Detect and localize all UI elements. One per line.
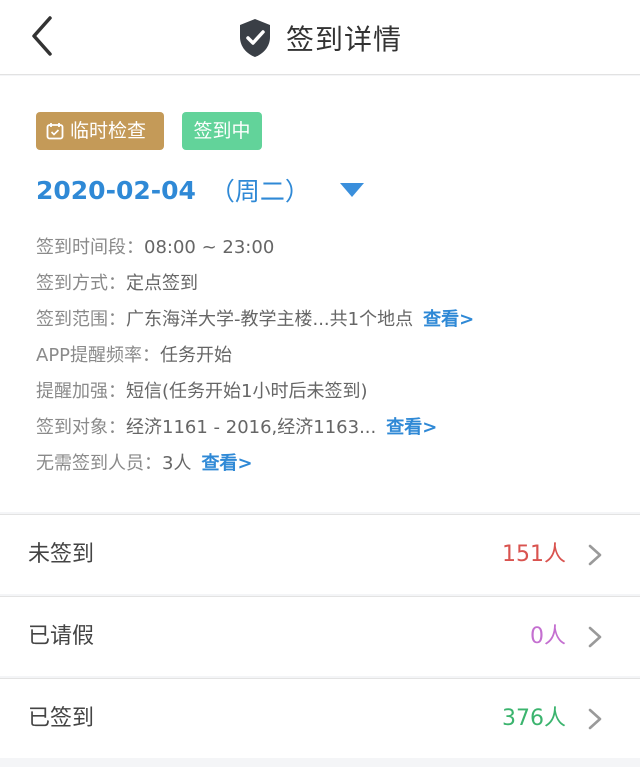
view-target-link[interactable]: 查看>: [386, 417, 437, 438]
info-value: 任务开始: [160, 345, 233, 366]
caret-down-icon[interactable]: [339, 183, 364, 197]
info-value: 经济1161 - 2016,经济1163...: [126, 417, 377, 438]
info-label: 提醒加强：: [36, 381, 126, 402]
info-label: APP提醒频率：: [36, 345, 161, 366]
view-exempt-link[interactable]: 查看>: [201, 453, 252, 474]
stat-count: 376人: [502, 706, 566, 731]
info-label: 签到方式：: [36, 273, 126, 294]
info-value: 广东海洋大学-教学主楼...共1个地点: [126, 309, 414, 330]
info-row-target: 签到对象：经济1161 - 2016,经济1163... 查看>: [36, 410, 474, 446]
info-value: 定点签到: [126, 273, 198, 294]
info-row-exempt: 无需签到人员：3人 查看>: [36, 446, 474, 482]
weekday-text: （周二）: [209, 177, 310, 206]
stat-row-on-leave[interactable]: 已请假 0人: [0, 596, 640, 676]
info-label: 签到范围：: [36, 309, 126, 330]
task-type-label: 临时检查: [70, 120, 147, 142]
stat-row-not-signed[interactable]: 未签到 151人: [0, 514, 640, 594]
stat-label: 已签到: [28, 706, 95, 731]
info-row-enhance: 提醒加强：短信(任务开始1小时后未签到): [36, 374, 474, 410]
info-row-range: 签到范围：广东海洋大学-教学主楼...共1个地点 查看>: [36, 302, 474, 338]
header-bar: 签到详情: [0, 0, 640, 75]
view-range-link[interactable]: 查看>: [423, 309, 474, 330]
stat-count: 0人: [530, 624, 566, 649]
info-row-time: 签到时间段：08:00 ~ 23:00: [36, 230, 474, 266]
info-value: 短信(任务开始1小时后未签到): [126, 381, 368, 402]
info-list: 签到时间段：08:00 ~ 23:00 签到方式：定点签到 签到范围：广东海洋大…: [36, 230, 474, 482]
title-wrap: 签到详情: [0, 0, 640, 75]
calendar-icon: [46, 123, 64, 140]
chevron-right-icon: [588, 626, 602, 648]
info-label: 无需签到人员：: [36, 453, 162, 474]
info-row-method: 签到方式：定点签到: [36, 266, 474, 302]
status-badge: 签到中: [182, 112, 262, 150]
stat-label: 已请假: [28, 624, 95, 649]
shield-check-icon: [239, 18, 270, 57]
stat-label: 未签到: [28, 542, 95, 567]
stat-count: 151人: [502, 542, 566, 567]
chevron-right-icon: [588, 544, 602, 566]
chevron-right-icon: [588, 708, 602, 730]
date-selector[interactable]: 2020-02-04 （周二）: [36, 172, 364, 208]
stat-row-signed[interactable]: 已签到 376人: [0, 678, 640, 758]
date-text: 2020-02-04: [36, 175, 196, 205]
info-value: 08:00 ~ 23:00: [144, 237, 275, 258]
info-row-reminder: APP提醒频率：任务开始: [36, 338, 474, 374]
task-type-badge: 临时检查: [36, 112, 164, 150]
checkin-detail-card: 临时检查 签到中 2020-02-04 （周二） 签到时间段：08:00 ~ 2…: [0, 76, 640, 512]
info-value: 3人: [162, 453, 192, 474]
info-label: 签到对象：: [36, 417, 126, 438]
info-label: 签到时间段：: [36, 237, 144, 258]
page-title: 签到详情: [285, 22, 402, 56]
